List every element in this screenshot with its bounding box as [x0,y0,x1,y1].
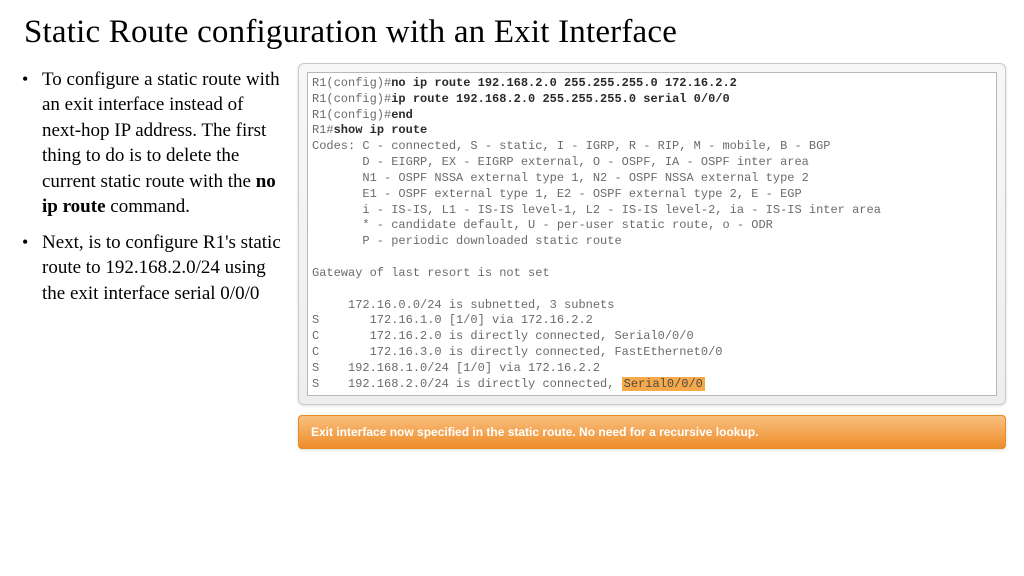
prompt: R1# [312,123,334,137]
route-line: S 172.16.1.0 [1/0] via 172.16.2.2 [312,313,593,327]
codes-line: * - candidate default, U - per-user stat… [312,218,773,232]
terminal-output: R1(config)#no ip route 192.168.2.0 255.2… [307,72,997,396]
bullet-column: To configure a static route with an exit… [0,59,284,449]
bullet-text: Next, is to configure R1's static route … [42,232,281,304]
bullet-text: To configure a static route with an exit… [42,69,280,192]
command: show ip route [334,123,428,137]
codes-line: N1 - OSPF NSSA external type 1, N2 - OSP… [312,171,809,185]
route-line: S 192.168.1.0/24 [1/0] via 172.16.2.2 [312,361,600,375]
bullet-text: command. [106,196,190,217]
gateway-line: Gateway of last resort is not set [312,266,550,280]
command: end [391,108,413,122]
prompt: R1(config)# [312,108,391,122]
codes-line: P - periodic downloaded static route [312,234,622,248]
callout-note: Exit interface now specified in the stat… [298,415,1006,449]
codes-line: Codes: C - connected, S - static, I - IG… [312,139,830,153]
prompt: R1(config)# [312,92,391,106]
codes-line: i - IS-IS, L1 - IS-IS level-1, L2 - IS-I… [312,203,881,217]
bullet-item: To configure a static route with an exit… [38,67,284,220]
route-highlight: Serial0/0/0 [622,377,705,391]
codes-line: E1 - OSPF external type 1, E2 - OSPF ext… [312,187,802,201]
route-line: S 192.168.2.0/24 is directly connected, [312,377,622,391]
bullet-item: Next, is to configure R1's static route … [38,230,284,306]
command: ip route 192.168.2.0 255.255.255.0 seria… [391,92,729,106]
figure-column: R1(config)#no ip route 192.168.2.0 255.2… [298,59,1006,449]
page-title: Static Route configuration with an Exit … [0,0,1024,59]
route-line: C 172.16.2.0 is directly connected, Seri… [312,329,694,343]
route-line: 172.16.0.0/24 is subnetted, 3 subnets [312,298,614,312]
route-line: C 172.16.3.0 is directly connected, Fast… [312,345,722,359]
prompt: R1(config)# [312,76,391,90]
content-row: To configure a static route with an exit… [0,59,1024,449]
command: no ip route 192.168.2.0 255.255.255.0 17… [391,76,737,90]
terminal-card: R1(config)#no ip route 192.168.2.0 255.2… [298,63,1006,405]
codes-line: D - EIGRP, EX - EIGRP external, O - OSPF… [312,155,809,169]
